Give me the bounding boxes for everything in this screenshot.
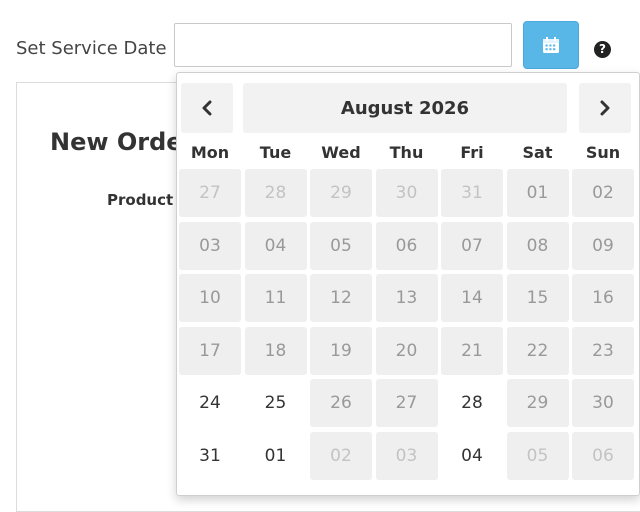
calendar-icon	[543, 37, 559, 53]
day-cell: 31	[441, 169, 503, 217]
day-cell: 19	[310, 326, 372, 375]
day-cell: 14	[441, 274, 503, 322]
day-cell: 03	[179, 221, 241, 270]
chevron-left-icon	[202, 100, 212, 116]
day-cell: 06	[572, 431, 634, 480]
prev-month-button[interactable]	[181, 83, 233, 133]
day-cell: 04	[244, 221, 307, 270]
day-cell: 26	[310, 379, 372, 427]
day-cell: 22	[506, 326, 569, 375]
service-date-input[interactable]	[174, 23, 512, 67]
day-cell[interactable]: 04	[441, 431, 503, 480]
weekday-thu: Thu	[389, 143, 424, 162]
day-cell: 17	[179, 326, 241, 375]
day-cell[interactable]: 31	[179, 431, 241, 480]
day-cell: 10	[179, 274, 241, 322]
day-cell: 05	[506, 431, 569, 480]
day-cell: 02	[310, 431, 372, 480]
day-cell: 05	[310, 221, 372, 270]
datepicker-popup: August 2026 Mon Tue Wed Thu Fri Sat Sun 27 28 29…	[176, 72, 640, 496]
day-cell: 09	[572, 221, 634, 270]
help-icon[interactable]: ?	[594, 41, 611, 58]
day-cell: 11	[244, 274, 307, 322]
panel-title: New Orde	[50, 128, 183, 156]
next-month-button[interactable]	[579, 83, 631, 133]
day-cell: 27	[179, 169, 241, 217]
day-cell: 30	[572, 379, 634, 427]
day-cell[interactable]: 25	[244, 379, 307, 427]
day-cell: 13	[375, 274, 438, 322]
day-cell: 16	[572, 274, 634, 322]
day-cell: 15	[506, 274, 569, 322]
service-date-label: Set Service Date	[16, 38, 167, 59]
day-cell: 18	[244, 326, 307, 375]
weekday-mon: Mon	[190, 143, 230, 162]
weekday-sun: Sun	[585, 143, 621, 162]
day-cell: 29	[310, 169, 372, 217]
calendar-button[interactable]	[523, 21, 579, 69]
day-cell: 08	[506, 221, 569, 270]
day-cell[interactable]: 01	[244, 431, 307, 480]
day-cell: 20	[375, 326, 438, 375]
weekday-header: Mon Tue Wed Thu Fri Sat Sun	[177, 143, 639, 165]
day-cell: 27	[375, 379, 438, 427]
month-year-label[interactable]: August 2026	[243, 83, 567, 133]
day-cell: 07	[441, 221, 503, 270]
day-cell: 12	[310, 274, 372, 322]
day-cell: 23	[572, 326, 634, 375]
day-cell: 03	[375, 431, 438, 480]
day-cell: 28	[244, 169, 307, 217]
weekday-fri: Fri	[460, 143, 484, 162]
day-cell: 21	[441, 326, 503, 375]
day-cell: 01	[506, 169, 569, 217]
chevron-right-icon	[600, 100, 610, 116]
day-cell[interactable]: 28	[441, 379, 503, 427]
weekday-sat: Sat	[522, 143, 553, 162]
weekday-wed: Wed	[321, 143, 361, 162]
day-cell: 29	[506, 379, 569, 427]
day-cell: 30	[375, 169, 438, 217]
day-cell: 02	[572, 169, 634, 217]
weekday-tue: Tue	[259, 143, 292, 162]
day-cell[interactable]: 24	[179, 379, 241, 427]
day-cell: 06	[375, 221, 438, 270]
product-column-label: Product	[107, 191, 174, 209]
